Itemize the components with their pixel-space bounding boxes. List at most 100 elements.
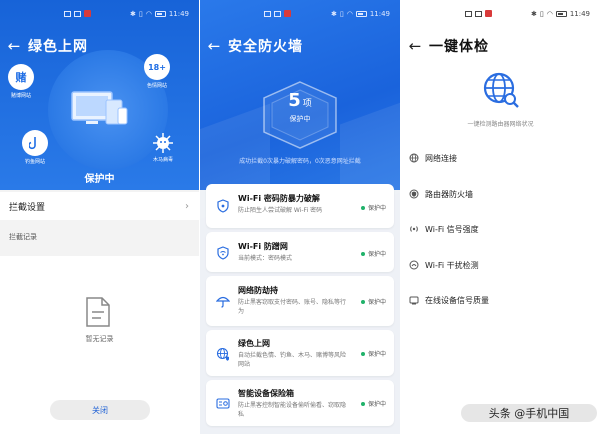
empty-text: 暂无记录 [85, 335, 114, 343]
checkup-item: 在线设备信号质量 [401, 291, 600, 309]
card-status: 保护中 [360, 203, 386, 212]
status-bar: ✱ ▯ ◠ 11:49 [200, 0, 400, 28]
status-dot-icon [360, 401, 365, 406]
firewall-card[interactable]: 智能设备保险箱 防止黑客控制智能设备偷听偷看、窃取隐私 保护中 [206, 380, 394, 426]
intercept-settings-label: 拦截设置 [9, 202, 46, 213]
card-description: 防止黑客窃取支付密码、账号、隐私等行为 [238, 299, 347, 315]
checkup-item-label: Wi-Fi 信号强度 [425, 224, 479, 234]
battery-icon [355, 11, 367, 17]
signal-icon [410, 226, 418, 232]
globe-small-icon [409, 153, 419, 163]
status-bar: ✱ ▯ ◠ 11:49 [401, 0, 600, 28]
intercept-settings-row[interactable]: 拦截设置 › [0, 192, 199, 220]
checkup-item: Wi-Fi 信号强度 [401, 220, 600, 238]
status-left-icons [64, 10, 91, 17]
card-description: 防止黑客控制智能设备偷听偷看、窃取隐私 [238, 402, 347, 418]
chevron-right-icon: › [185, 200, 189, 212]
firewall-header-area: ✱ ▯ ◠ 11:49 ← 安全防火墙 5项 保护中 成功拦截0次暴力破解密码，… [200, 0, 400, 227]
bluetooth-icon: ✱ [530, 10, 537, 18]
status-dot-icon [360, 205, 365, 210]
records-empty-state: 暂无记录 关闭 [0, 256, 199, 434]
firewall-summary: 成功拦截0次暴力破解密码，0次恶意网址拦截 [239, 158, 361, 165]
nfc-icon [264, 10, 271, 17]
trojan-label: 木马病毒 [152, 157, 173, 163]
firewall-card[interactable]: Wi-Fi 密码防暴力破解 防止陌生人尝试破解 Wi-Fi 密码 保护中 [206, 184, 394, 228]
card-status: 保护中 [360, 399, 386, 408]
protection-count-status: 保护中 [289, 115, 311, 123]
bluetooth-icon: ✱ [129, 10, 136, 18]
checkup-item: 路由器防火墙 [401, 185, 600, 203]
devices-illustration-icon [68, 88, 130, 130]
status-time: 11:49 [569, 10, 590, 18]
back-arrow-icon[interactable]: ← [0, 38, 28, 54]
green-internet-header-area: ✱ ▯ ◠ 11:49 ← 绿色上网 赌 赌博网站 18+ 色情网站 钓鱼网站 … [0, 0, 199, 190]
protection-status: 保护中 [84, 174, 115, 185]
adult-site-badge: 18+ 色情网站 [144, 54, 170, 89]
firewall-icon [409, 189, 419, 199]
battery-icon [555, 11, 567, 17]
back-arrow-icon[interactable]: ← [200, 38, 228, 54]
trojan-virus-badge: 木马病毒 [152, 132, 174, 163]
card-title: 智能设备保险箱 [238, 389, 294, 398]
status-bar: ✱ ▯ ◠ 11:49 [0, 0, 199, 28]
adult-18-icon: 18+ [144, 54, 170, 80]
vibrate-icon: ▯ [339, 10, 344, 18]
app-badge-icon [284, 10, 291, 17]
firewall-card[interactable]: 网络防劫持 防止黑客窃取支付密码、账号、隐私等行为 保护中 [206, 276, 394, 326]
status-left-icons [264, 10, 291, 17]
phishing-hook-icon [22, 130, 48, 156]
device-safe-icon [216, 396, 230, 410]
phishing-label: 钓鱼网站 [24, 159, 45, 165]
bluetooth-icon: ✱ [330, 10, 337, 18]
checkup-item-label: 路由器防火墙 [425, 189, 473, 199]
page-title: 绿色上网 [28, 39, 88, 55]
status-time: 11:49 [369, 10, 390, 18]
phishing-site-badge: 钓鱼网站 [22, 130, 48, 165]
virus-icon [152, 132, 174, 154]
notification-icon [475, 10, 482, 17]
wifi-icon: ◠ [145, 10, 152, 18]
card-status: 保护中 [360, 349, 386, 358]
firewall-card[interactable]: 绿色上网 自动拦截色情、钓鱼、木马、赌博等风险网站 保护中 [206, 330, 394, 376]
wifi-shield-icon [216, 245, 230, 260]
green-internet-screen: ✱ ▯ ◠ 11:49 ← 绿色上网 赌 赌博网站 18+ 色情网站 钓鱼网站 … [0, 0, 199, 434]
gambling-site-badge: 赌 赌博网站 [8, 64, 34, 99]
firewall-screen: ✱ ▯ ◠ 11:49 ← 安全防火墙 5项 保护中 成功拦截0次暴力破解密码，… [200, 0, 400, 434]
card-title: Wi-Fi 密码防暴力破解 [238, 194, 320, 203]
firewall-card[interactable]: Wi-Fi 防蹭网 当前模式：密码模式 保护中 [206, 232, 394, 272]
page-title: 一键体检 [429, 39, 489, 55]
adult-site-label: 色情网站 [146, 83, 167, 89]
notification-icon [74, 10, 81, 17]
intercept-records-label: 拦截记录 [9, 233, 37, 241]
status-left-icons [465, 10, 492, 17]
close-button[interactable]: 关闭 [50, 400, 150, 420]
nfc-icon [465, 10, 472, 17]
vibrate-icon: ▯ [539, 10, 544, 18]
wifi-icon: ◠ [346, 10, 353, 18]
card-title: Wi-Fi 防蹭网 [238, 242, 288, 251]
checkup-item-label: 在线设备信号质量 [425, 295, 489, 305]
wifi-icon: ◠ [546, 10, 553, 18]
status-right-icons: ✱ ▯ ◠ 11:49 [331, 10, 390, 18]
empty-document-icon [85, 296, 111, 328]
protection-count-hexagon: 5项 保护中 [260, 80, 340, 150]
device-quality-icon [409, 296, 419, 305]
globe-search-icon [481, 70, 521, 110]
page-header: ← 安全防火墙 [200, 32, 400, 60]
card-description: 当前模式：密码模式 [238, 255, 293, 262]
page-header: ← 一键体检 [401, 32, 600, 60]
card-description: 自动拦截色情、钓鱼、木马、赌博等风险网站 [238, 352, 347, 368]
status-time: 11:49 [168, 10, 189, 18]
checkup-item-label: 网络连接 [425, 153, 457, 163]
one-click-checkup-screen: ✱ ▯ ◠ 11:49 ← 一键体检 一键检测路由器网络状况 网络连接 路由器防… [401, 0, 600, 434]
notification-icon [274, 10, 281, 17]
watermark-text: 头条 @手机中国 [461, 404, 597, 422]
lock-shield-icon [216, 198, 230, 213]
status-right-icons: ✱ ▯ ◠ 11:49 [130, 10, 189, 18]
status-dot-icon [360, 351, 365, 356]
checkup-item: 网络连接 [401, 149, 600, 167]
status-dot-icon [360, 251, 365, 256]
app-badge-icon [84, 10, 91, 17]
vibrate-icon: ▯ [138, 10, 143, 18]
back-arrow-icon[interactable]: ← [401, 38, 429, 54]
